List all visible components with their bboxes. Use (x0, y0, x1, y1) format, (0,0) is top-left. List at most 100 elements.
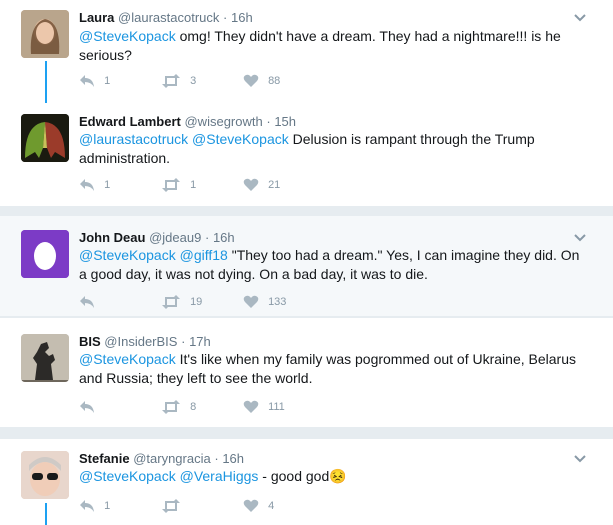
user-handle[interactable]: @taryngracia (133, 451, 211, 466)
tweet-header: John Deau @jdeau9 · 16h (79, 230, 235, 245)
chevron-down-icon[interactable] (573, 230, 587, 244)
like-count: 88 (268, 75, 281, 87)
godzilla-avatar-icon (21, 334, 69, 382)
user-handle[interactable]: @wisegrowth (184, 114, 262, 129)
timestamp[interactable]: 16h (231, 10, 253, 25)
tweet-header: BIS @InsiderBIS · 17h (79, 334, 211, 349)
timestamp[interactable]: 15h (274, 114, 296, 129)
tweet-text: @laurastacotruck @SteveKopack Delusion i… (79, 130, 589, 168)
reply-icon (80, 179, 94, 191)
sunglasses-avatar-icon (21, 451, 69, 499)
tweet-edward-lambert[interactable]: Edward Lambert @wisegrowth · 15h @lauras… (0, 103, 613, 206)
like-count: 21 (268, 179, 281, 191)
heart-icon (243, 499, 259, 512)
tweet-text: @SteveKopack It's like when my family wa… (79, 350, 589, 388)
retweet-count: 8 (190, 401, 197, 413)
heart-icon (243, 295, 259, 308)
tweet-stefanie[interactable]: Stefanie @taryngracia · 16h @SteveKopack… (0, 439, 613, 525)
retweet-button[interactable]: 1 (161, 178, 196, 192)
retweet-count: 19 (190, 296, 203, 308)
reply-button[interactable] (79, 295, 101, 309)
retweet-icon (162, 178, 180, 192)
retweet-icon (162, 400, 180, 414)
avatar[interactable] (21, 230, 69, 278)
reply-count: 1 (104, 75, 111, 87)
tweet-laura[interactable]: Laura @laurastacotruck · 16h @SteveKopac… (0, 0, 613, 103)
mention-link[interactable]: @SteveKopack (79, 351, 176, 367)
separator-dot: · (266, 114, 271, 129)
tweet-header: Edward Lambert @wisegrowth · 15h (79, 114, 296, 129)
tweet-bis[interactable]: BIS @InsiderBIS · 17h @SteveKopack It's … (0, 318, 613, 427)
tweet-text: @SteveKopack omg! They didn't have a dre… (79, 27, 589, 65)
retweet-count: 3 (190, 75, 197, 87)
user-handle[interactable]: @InsiderBIS (104, 334, 177, 349)
mention-link[interactable]: @laurastacotruck (79, 131, 188, 147)
tweet-header: Stefanie @taryngracia · 16h (79, 451, 244, 466)
display-name[interactable]: Laura (79, 10, 114, 25)
tweet-text: @SteveKopack @giff18 "They too had a dre… (79, 246, 589, 284)
like-button[interactable]: 4 (243, 499, 274, 513)
mention-link[interactable]: @SteveKopack (192, 131, 289, 147)
like-count: 133 (268, 296, 287, 308)
like-button[interactable]: 88 (243, 74, 280, 88)
user-handle[interactable]: @jdeau9 (149, 230, 201, 245)
emoji-persevere-icon: 😣 (329, 468, 347, 484)
heart-icon (243, 400, 259, 413)
chevron-down-icon[interactable] (573, 451, 587, 465)
mention-link[interactable]: @giff18 (180, 247, 228, 263)
retweet-button[interactable]: 8 (161, 400, 196, 414)
avatar[interactable] (21, 334, 69, 382)
like-button[interactable]: 111 (243, 400, 285, 414)
mention-link[interactable]: @SteveKopack (79, 468, 176, 484)
mention-link[interactable]: @SteveKopack (79, 28, 176, 44)
chevron-down-icon[interactable] (573, 10, 587, 24)
reply-button[interactable] (79, 400, 101, 414)
reply-icon (80, 500, 94, 512)
wings-avatar-icon (21, 114, 69, 162)
like-count: 4 (268, 500, 275, 512)
reply-count: 1 (104, 500, 111, 512)
timestamp[interactable]: 16h (213, 230, 235, 245)
like-button[interactable]: 21 (243, 178, 280, 192)
reply-button[interactable]: 1 (79, 178, 110, 192)
like-button[interactable]: 133 (243, 295, 286, 309)
thread-line (45, 61, 47, 103)
mention-link[interactable]: @SteveKopack (79, 247, 176, 263)
reply-icon (80, 296, 94, 308)
retweet-icon (162, 295, 180, 309)
tweet-header: Laura @laurastacotruck · 16h (79, 10, 253, 25)
display-name[interactable]: John Deau (79, 230, 145, 245)
mention-link[interactable]: @VeraHiggs (180, 468, 259, 484)
reply-button[interactable]: 1 (79, 74, 110, 88)
reply-icon (80, 401, 94, 413)
heart-icon (243, 74, 259, 87)
separator-dot: · (204, 230, 210, 245)
tweet-text: @SteveKopack @VeraHiggs - good god😣 (79, 467, 589, 486)
display-name[interactable]: Edward Lambert (79, 114, 181, 129)
reply-icon (80, 75, 94, 87)
retweet-button[interactable] (161, 499, 187, 513)
user-handle[interactable]: @laurastacotruck (118, 10, 219, 25)
avatar[interactable] (21, 114, 69, 162)
like-count: 111 (268, 401, 285, 413)
avatar[interactable] (21, 451, 69, 499)
tweet-john-deau[interactable]: John Deau @jdeau9 · 16h @SteveKopack @gi… (0, 216, 613, 316)
reply-count: 1 (104, 179, 111, 191)
separator-dot: · (181, 334, 186, 349)
display-name[interactable]: BIS (79, 334, 101, 349)
heart-icon (243, 178, 259, 191)
egg-avatar-icon (21, 230, 69, 278)
display-name[interactable]: Stefanie (79, 451, 130, 466)
separator-dot: · (214, 451, 219, 466)
tweet-separator (0, 206, 613, 216)
reply-button[interactable]: 1 (79, 499, 110, 513)
retweet-count: 1 (190, 179, 197, 191)
retweet-button[interactable]: 19 (161, 295, 202, 309)
thread-line (45, 503, 47, 525)
avatar[interactable] (21, 10, 69, 58)
retweet-button[interactable]: 3 (161, 74, 196, 88)
retweet-icon (162, 74, 180, 88)
timestamp[interactable]: 16h (222, 451, 244, 466)
timestamp[interactable]: 17h (189, 334, 211, 349)
tweet-body: - good god (258, 468, 330, 484)
